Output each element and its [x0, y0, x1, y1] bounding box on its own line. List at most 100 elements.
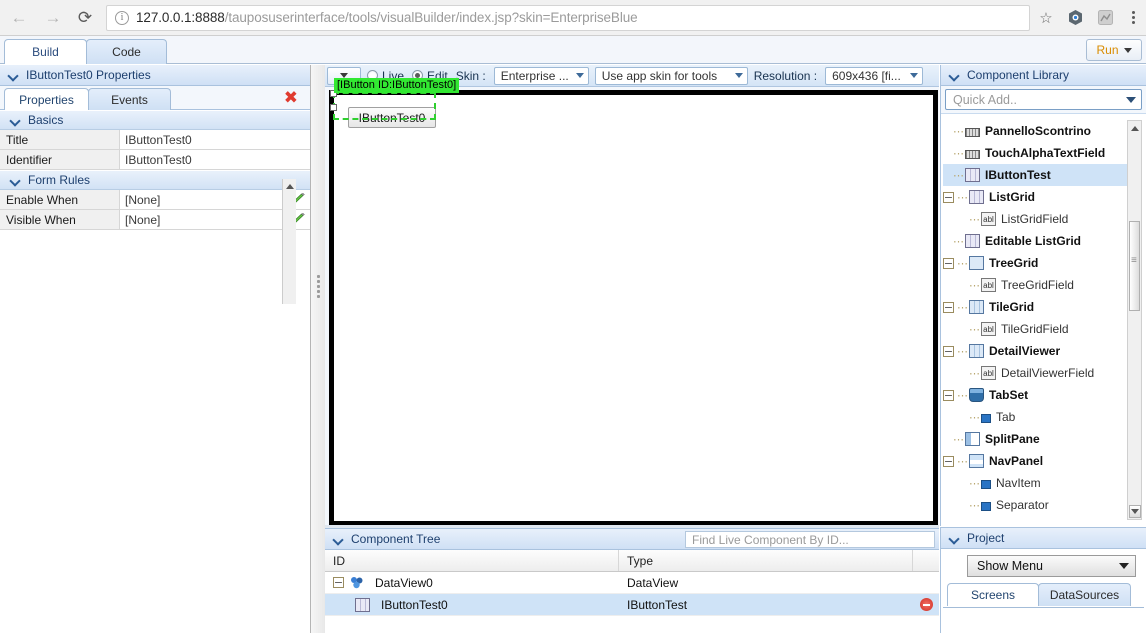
show-menu-select[interactable]: Show Menu [967, 555, 1136, 577]
dataview-icon [350, 576, 364, 589]
list-item[interactable]: ⋯ TouchAlphaTextField [943, 142, 1128, 164]
component-library-list[interactable]: ⋯ PannelloScontrino ⋯ TouchAlphaTextFiel… [943, 120, 1128, 520]
project-tab-body [943, 607, 1144, 633]
component-tree-title: Component Tree [351, 532, 441, 546]
tab-events[interactable]: Events [88, 88, 171, 110]
expander-icon[interactable]: − [943, 389, 954, 401]
list-item[interactable]: ⋯ abl TreeGridField [943, 274, 1128, 296]
expander-icon[interactable]: − [333, 577, 344, 588]
chevron-down-icon [8, 70, 18, 80]
blue-square-icon [981, 413, 991, 423]
tab-build[interactable]: Build [4, 39, 87, 64]
component-tree-columns: ID Type [325, 550, 939, 572]
bookmark-star-icon[interactable]: ☆ [1032, 9, 1060, 27]
component-library-scrollbar[interactable] [1127, 120, 1142, 520]
expander-icon[interactable]: − [943, 191, 954, 203]
list-item[interactable]: − ⋯ DetailViewer [943, 340, 1128, 362]
properties-panel-title: IButtonTest0 Properties [26, 68, 151, 82]
identifier-input[interactable]: IButtonTest0 [120, 150, 310, 169]
reload-icon[interactable]: ⟳ [70, 3, 100, 33]
scroll-up-arrow-icon[interactable] [283, 179, 297, 193]
list-item[interactable]: ⋯ abl ListGridField [943, 208, 1128, 230]
tools-skin-select[interactable]: Use app skin for tools [594, 66, 748, 85]
list-item[interactable]: ⋯ NavItem [943, 472, 1128, 494]
column-header-id[interactable]: ID [325, 550, 619, 571]
list-item-label: PannelloScontrino [985, 124, 1092, 138]
expander-icon[interactable]: − [943, 345, 954, 357]
delete-icon[interactable] [919, 598, 933, 611]
list-item-label: TreeGrid [989, 256, 1039, 270]
row-actions-cell [913, 598, 939, 611]
list-item-label: TileGrid [989, 300, 1035, 314]
tab-code[interactable]: Code [86, 39, 167, 64]
section-basics-header[interactable]: Basics [0, 110, 310, 130]
list-item[interactable]: − ⋯ NavPanel [943, 450, 1128, 472]
scrollbar-thumb[interactable] [1129, 221, 1140, 311]
three-dots-menu-icon[interactable] [1120, 11, 1146, 24]
component-tree-header[interactable]: Component Tree Find Live Component By ID… [325, 529, 939, 550]
list-item[interactable]: ⋯ Tab [943, 406, 1128, 428]
row-id-text: IButtonTest0 [381, 597, 448, 612]
list-item[interactable]: ⋯ PannelloScontrino [943, 120, 1128, 142]
left-splitter[interactable] [311, 65, 325, 633]
table-row[interactable]: IButtonTest0 IButtonTest [325, 594, 939, 616]
url-bar[interactable]: i 127.0.0.1:8888/tauposuserinterface/too… [106, 4, 1030, 31]
component-tree-panel: Component Tree Find Live Component By ID… [325, 528, 939, 633]
tab-screens[interactable]: Screens [947, 583, 1039, 606]
scroll-up-arrow-icon[interactable] [1128, 121, 1142, 135]
design-canvas[interactable]: IButtonTest0 [329, 90, 938, 526]
list-item[interactable]: − ⋯ TreeGrid [943, 252, 1128, 274]
properties-scrollbar[interactable] [282, 179, 296, 304]
find-component-placeholder: Find Live Component By ID... [692, 532, 849, 547]
list-item-label: TouchAlphaTextField [985, 146, 1106, 160]
properties-panel-header[interactable]: IButtonTest0 Properties [0, 65, 310, 86]
quick-add-select[interactable]: Quick Add.. [945, 89, 1142, 110]
component-library-header[interactable]: Component Library [941, 65, 1146, 86]
list-item[interactable]: − ⋯ TileGrid [943, 296, 1128, 318]
section-form-rules-header[interactable]: Form Rules [0, 170, 310, 190]
list-item-label: ListGrid [989, 190, 1036, 204]
chevron-down-icon [575, 73, 584, 78]
expander-icon[interactable]: − [943, 455, 954, 467]
canvas-area: Live Edit Skin : Enterprise ... Use app … [325, 65, 939, 527]
properties-tabs: Properties Events ✖ [0, 86, 310, 110]
list-item[interactable]: ⋯ Separator [943, 494, 1128, 516]
grid-icon [965, 234, 980, 248]
run-button[interactable]: Run [1086, 39, 1142, 61]
info-icon[interactable]: i [115, 10, 129, 25]
property-row-visible-when: Visible When [None] [0, 210, 310, 230]
expander-icon[interactable]: − [943, 301, 954, 313]
selection-tooltip: [IButton ID:IButtonTest0] [334, 78, 460, 93]
list-item-ibuttontest[interactable]: ⋯ IButtonTest [943, 164, 1128, 186]
project-panel-header[interactable]: Project [941, 528, 1146, 549]
list-item[interactable]: ⋯ Editable ListGrid [943, 230, 1128, 252]
tab-datasources[interactable]: DataSources [1038, 583, 1131, 606]
forward-icon[interactable]: → [38, 3, 68, 33]
extension-chart-icon[interactable] [1090, 10, 1120, 25]
title-input[interactable]: IButtonTest0 [120, 130, 310, 149]
property-row-enable-when: Enable When [None] [0, 190, 310, 210]
close-x-icon[interactable]: ✖ [284, 88, 298, 108]
resolution-select[interactable]: 609x436 [fi... [825, 66, 924, 85]
list-item[interactable]: − ⋯ TabSet [943, 384, 1128, 406]
table-row[interactable]: − DataView0 DataView [325, 572, 939, 594]
navpanel-icon [969, 454, 984, 468]
list-item-label: SplitPane [985, 432, 1040, 446]
expander-icon[interactable]: − [943, 257, 954, 269]
list-item[interactable]: ⋯ abl DetailViewerField [943, 362, 1128, 384]
find-component-input[interactable]: Find Live Component By ID... [685, 531, 935, 548]
list-item-label: TreeGridField [1001, 278, 1074, 292]
extension-eye-icon[interactable] [1060, 9, 1090, 26]
list-item[interactable]: − ⋯ ListGrid [943, 186, 1128, 208]
tab-properties[interactable]: Properties [4, 88, 89, 110]
skin-select[interactable]: Enterprise ... [493, 66, 589, 85]
list-item-label: NavPanel [989, 454, 1044, 468]
chevron-down-icon [949, 533, 959, 543]
list-item[interactable]: ⋯ SplitPane [943, 428, 1128, 450]
component-library-title: Component Library [967, 68, 1070, 82]
canvas-ibutton[interactable]: IButtonTest0 [348, 107, 436, 128]
list-item[interactable]: ⋯ abl TileGridField [943, 318, 1128, 340]
back-icon[interactable]: ← [4, 3, 34, 33]
scroll-down-arrow-icon[interactable] [1129, 505, 1141, 518]
column-header-type[interactable]: Type [619, 550, 913, 571]
